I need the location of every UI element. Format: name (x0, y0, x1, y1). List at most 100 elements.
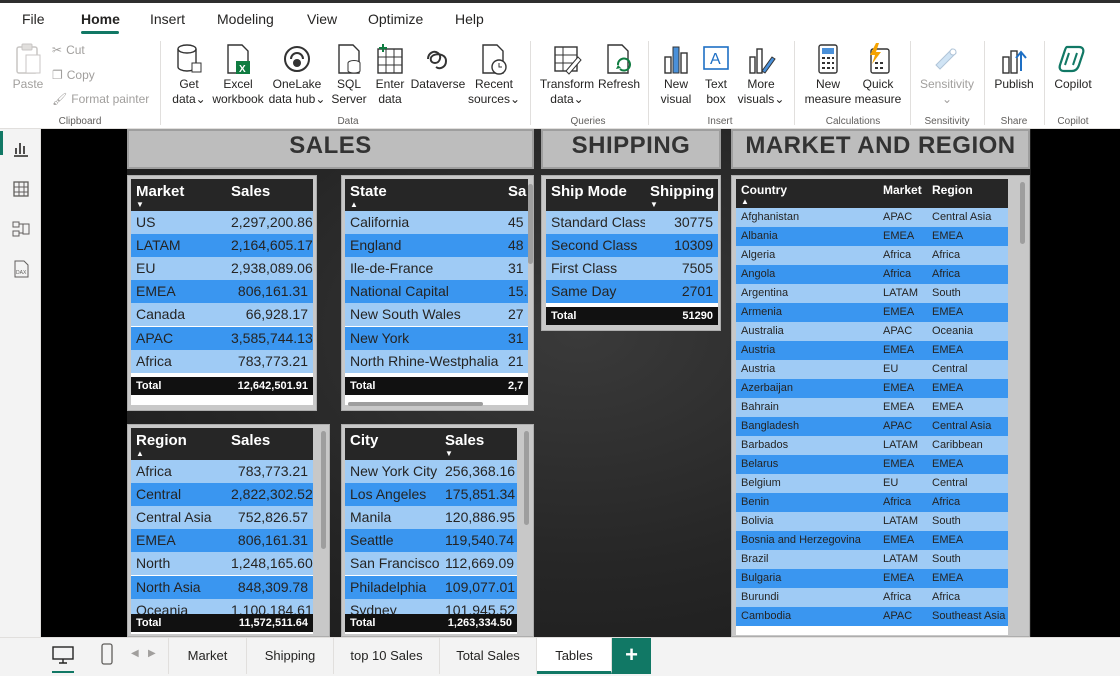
column-header-shipping[interactable]: Shipping ▼ (645, 179, 718, 211)
get-data-button[interactable]: Get data⌄ (168, 43, 210, 107)
desktop-layout-icon[interactable] (52, 645, 74, 665)
table-row[interactable]: England 48 (345, 234, 528, 258)
menu-help[interactable]: Help (455, 11, 484, 27)
table-row[interactable]: New York City 256,368.16 (345, 460, 517, 484)
table-row[interactable]: Austria EMEA EMEA (736, 341, 1008, 360)
column-header-sa[interactable]: Sa (503, 179, 528, 211)
column-header-ship-mode[interactable]: Ship Mode (546, 179, 645, 211)
table-row[interactable]: Africa 783,773.21 (131, 349, 313, 373)
copy-button[interactable]: ❐ Copy (52, 68, 95, 82)
country-market-region-visual[interactable]: Country ▲ Market Region Afghanistan APAC Centr… (731, 175, 1030, 637)
table-row[interactable]: Argentina LATAM South (736, 284, 1008, 303)
sensitivity-button[interactable]: Sensitivity ⌄ (916, 43, 978, 107)
transform-data-button[interactable]: Transform data⌄ (538, 43, 596, 107)
region-sales-visual[interactable]: Region ▲ Sales Africa 783,773.21 Central 2,822… (127, 424, 330, 637)
horizontal-scrollbar[interactable] (348, 402, 483, 406)
table-row[interactable]: Seattle 119,540.74 (345, 529, 517, 553)
vertical-scrollbar[interactable] (1020, 182, 1025, 244)
column-header-sales[interactable]: Sales (226, 179, 313, 211)
publish-button[interactable]: Publish (990, 43, 1038, 92)
column-header-country[interactable]: Country ▲ (736, 179, 878, 208)
table-row[interactable]: Second Class 10309 (546, 234, 718, 258)
market-sales-visual[interactable]: Market ▼ Sales US 2,297,200.86 LATAM 2,164,605… (127, 175, 317, 411)
table-row[interactable]: Armenia EMEA EMEA (736, 303, 1008, 322)
table-view-icon[interactable] (11, 179, 31, 199)
table-row[interactable]: Los Angeles 175,851.34 (345, 483, 517, 507)
vertical-scrollbar[interactable] (528, 184, 533, 264)
column-header-region[interactable]: Region (927, 179, 1008, 208)
state-sales-visual[interactable]: State ▲ Sa California 45 England 48 Ile-de-Fran… (341, 175, 534, 411)
column-header-state[interactable]: State ▲ (345, 179, 503, 211)
table-row[interactable]: Same Day 2701 (546, 280, 718, 304)
menu-view[interactable]: View (307, 11, 337, 27)
column-header-city[interactable]: City (345, 428, 440, 460)
table-row[interactable]: Central 2,822,302.52 (131, 483, 313, 507)
recent-sources-button[interactable]: Recent sources⌄ (466, 43, 522, 107)
table-row[interactable]: Benin Africa Africa (736, 493, 1008, 512)
new-visual-button[interactable]: New visual (656, 43, 696, 107)
cut-button[interactable]: ✂ Cut (52, 43, 85, 57)
table-row[interactable]: Azerbaijan EMEA EMEA (736, 379, 1008, 398)
add-page-button[interactable]: + (612, 638, 651, 674)
table-row[interactable]: EU 2,938,089.06 (131, 257, 313, 281)
column-header-sales[interactable]: Sales (226, 428, 313, 460)
table-row[interactable]: Bulgaria EMEA EMEA (736, 569, 1008, 588)
vertical-scrollbar[interactable] (524, 431, 529, 525)
table-row[interactable]: US 2,297,200.86 (131, 211, 313, 235)
vertical-scrollbar[interactable] (321, 431, 326, 549)
excel-workbook-button[interactable]: X Excel workbook (210, 43, 266, 107)
refresh-button[interactable]: Refresh (596, 43, 642, 92)
model-view-icon[interactable] (11, 219, 31, 239)
column-header-market[interactable]: Market ▼ (131, 179, 226, 211)
menu-modeling[interactable]: Modeling (217, 11, 274, 27)
column-header-sales[interactable]: Sales ▼ (440, 428, 517, 460)
dax-query-view-icon[interactable]: DAX (11, 259, 31, 279)
column-header-region[interactable]: Region ▲ (131, 428, 226, 460)
table-row[interactable]: Brazil LATAM South (736, 550, 1008, 569)
table-row[interactable]: APAC 3,585,744.13 (131, 326, 313, 350)
tab-top-10-sales[interactable]: top 10 Sales (334, 638, 440, 674)
table-row[interactable]: Bolivia LATAM South (736, 512, 1008, 531)
tab-total-sales[interactable]: Total Sales (440, 638, 537, 674)
table-row[interactable]: EMEA 806,161.31 (131, 280, 313, 304)
table-row[interactable]: Africa 783,773.21 (131, 460, 313, 484)
table-row[interactable]: Ile-de-France 31 (345, 257, 528, 281)
menu-optimize[interactable]: Optimize (368, 11, 423, 27)
table-row[interactable]: North Asia 848,309.78 (131, 575, 313, 599)
table-row[interactable]: Cambodia APAC Southeast Asia (736, 607, 1008, 626)
table-row[interactable]: Bangladesh APAC Central Asia (736, 417, 1008, 436)
table-row[interactable]: North 1,248,165.60 (131, 552, 313, 576)
table-row[interactable]: First Class 7505 (546, 257, 718, 281)
menu-home[interactable]: Home (81, 11, 120, 27)
table-row[interactable]: Bosnia and Herzegovina EMEA EMEA (736, 531, 1008, 550)
enter-data-button[interactable]: Enter data (372, 43, 408, 107)
dataverse-button[interactable]: Dataverse (410, 43, 466, 92)
table-row[interactable]: Albania EMEA EMEA (736, 227, 1008, 246)
tab-tables[interactable]: Tables (537, 638, 612, 674)
table-row[interactable]: Bahrain EMEA EMEA (736, 398, 1008, 417)
table-row[interactable]: Algeria Africa Africa (736, 246, 1008, 265)
report-view-icon[interactable] (11, 139, 31, 159)
table-row[interactable]: Angola Africa Africa (736, 265, 1008, 284)
quick-measure-button[interactable]: Quick measure (854, 43, 902, 107)
sql-server-button[interactable]: SQL Server (330, 43, 368, 107)
new-measure-button[interactable]: New measure (802, 43, 854, 107)
table-row[interactable]: New South Wales 27 (345, 303, 528, 327)
onelake-data-hub-button[interactable]: OneLake data hub⌄ (268, 43, 326, 107)
ship-mode-visual[interactable]: Ship Mode Shipping ▼ Standard Class 30775 Sec… (541, 175, 721, 331)
table-row[interactable]: LATAM 2,164,605.17 (131, 234, 313, 258)
menu-file[interactable]: File (22, 11, 45, 27)
table-row[interactable]: New York 31 (345, 326, 528, 350)
table-row[interactable]: Burundi Africa Africa (736, 588, 1008, 607)
table-row[interactable]: Afghanistan APAC Central Asia (736, 208, 1008, 227)
table-row[interactable]: Belgium EU Central (736, 474, 1008, 493)
menu-insert[interactable]: Insert (150, 11, 185, 27)
table-row[interactable]: National Capital 15. (345, 280, 528, 304)
chevron-right-icon[interactable]: ▶ (148, 648, 156, 659)
format-painter-button[interactable]: 🖌 Format painter (52, 92, 149, 106)
tab-market[interactable]: Market (168, 638, 247, 674)
table-row[interactable]: Manila 120,886.95 (345, 506, 517, 530)
paste-button[interactable]: Paste (10, 43, 46, 92)
table-row[interactable]: Barbados LATAM Caribbean (736, 436, 1008, 455)
table-row[interactable]: Belarus EMEA EMEA (736, 455, 1008, 474)
